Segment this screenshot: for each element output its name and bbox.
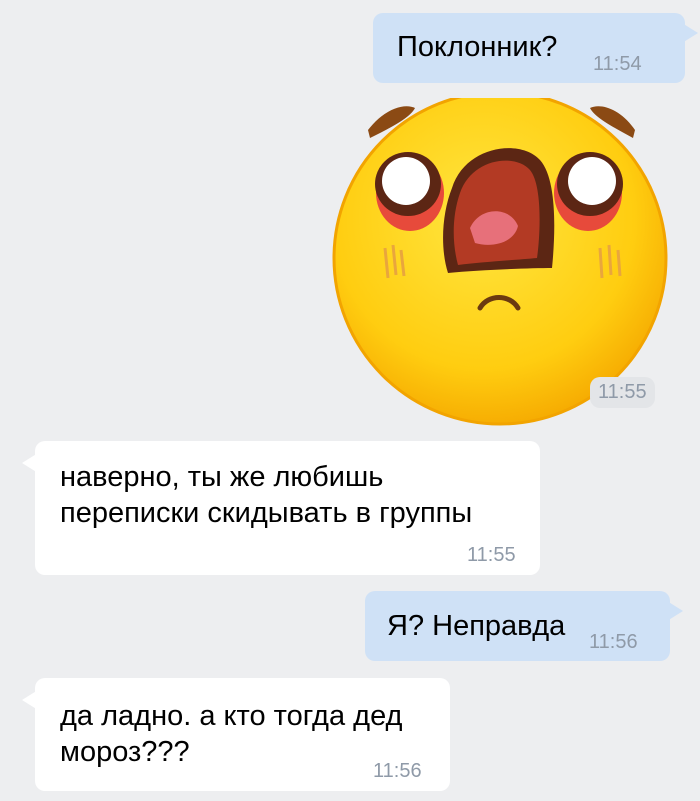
message-text: наверно, ты же любишь переписки скидыват…: [60, 461, 473, 529]
message-bubble-outgoing[interactable]: Я? Неправда 11:56: [365, 591, 683, 661]
sticker-time: 11:55: [590, 377, 655, 408]
chat-history[interactable]: Поклонник? 11:54 11:55 наверно, ты же лю…: [0, 0, 700, 801]
message-bubble-outgoing[interactable]: Поклонник? 11:54: [373, 13, 698, 83]
message-time: 11:56: [373, 760, 422, 782]
message-text: Я? Неправда: [387, 610, 566, 642]
message-time: 11:55: [467, 544, 516, 566]
message-bubble-incoming[interactable]: да ладно. а кто тогда дед мороз??? 11:56: [22, 678, 450, 791]
bubble-tail: [22, 453, 38, 473]
message-bubble-incoming[interactable]: наверно, ты же любишь переписки скидыват…: [22, 441, 540, 575]
bubble-tail: [667, 601, 683, 621]
message-time: 11:56: [589, 631, 638, 653]
message-text: Поклонник?: [397, 31, 558, 63]
bubble-tail: [682, 23, 698, 43]
bubble-tail: [22, 690, 38, 710]
message-time: 11:54: [593, 53, 642, 75]
message-text: да ладно. а кто тогда дед мороз???: [60, 700, 403, 768]
